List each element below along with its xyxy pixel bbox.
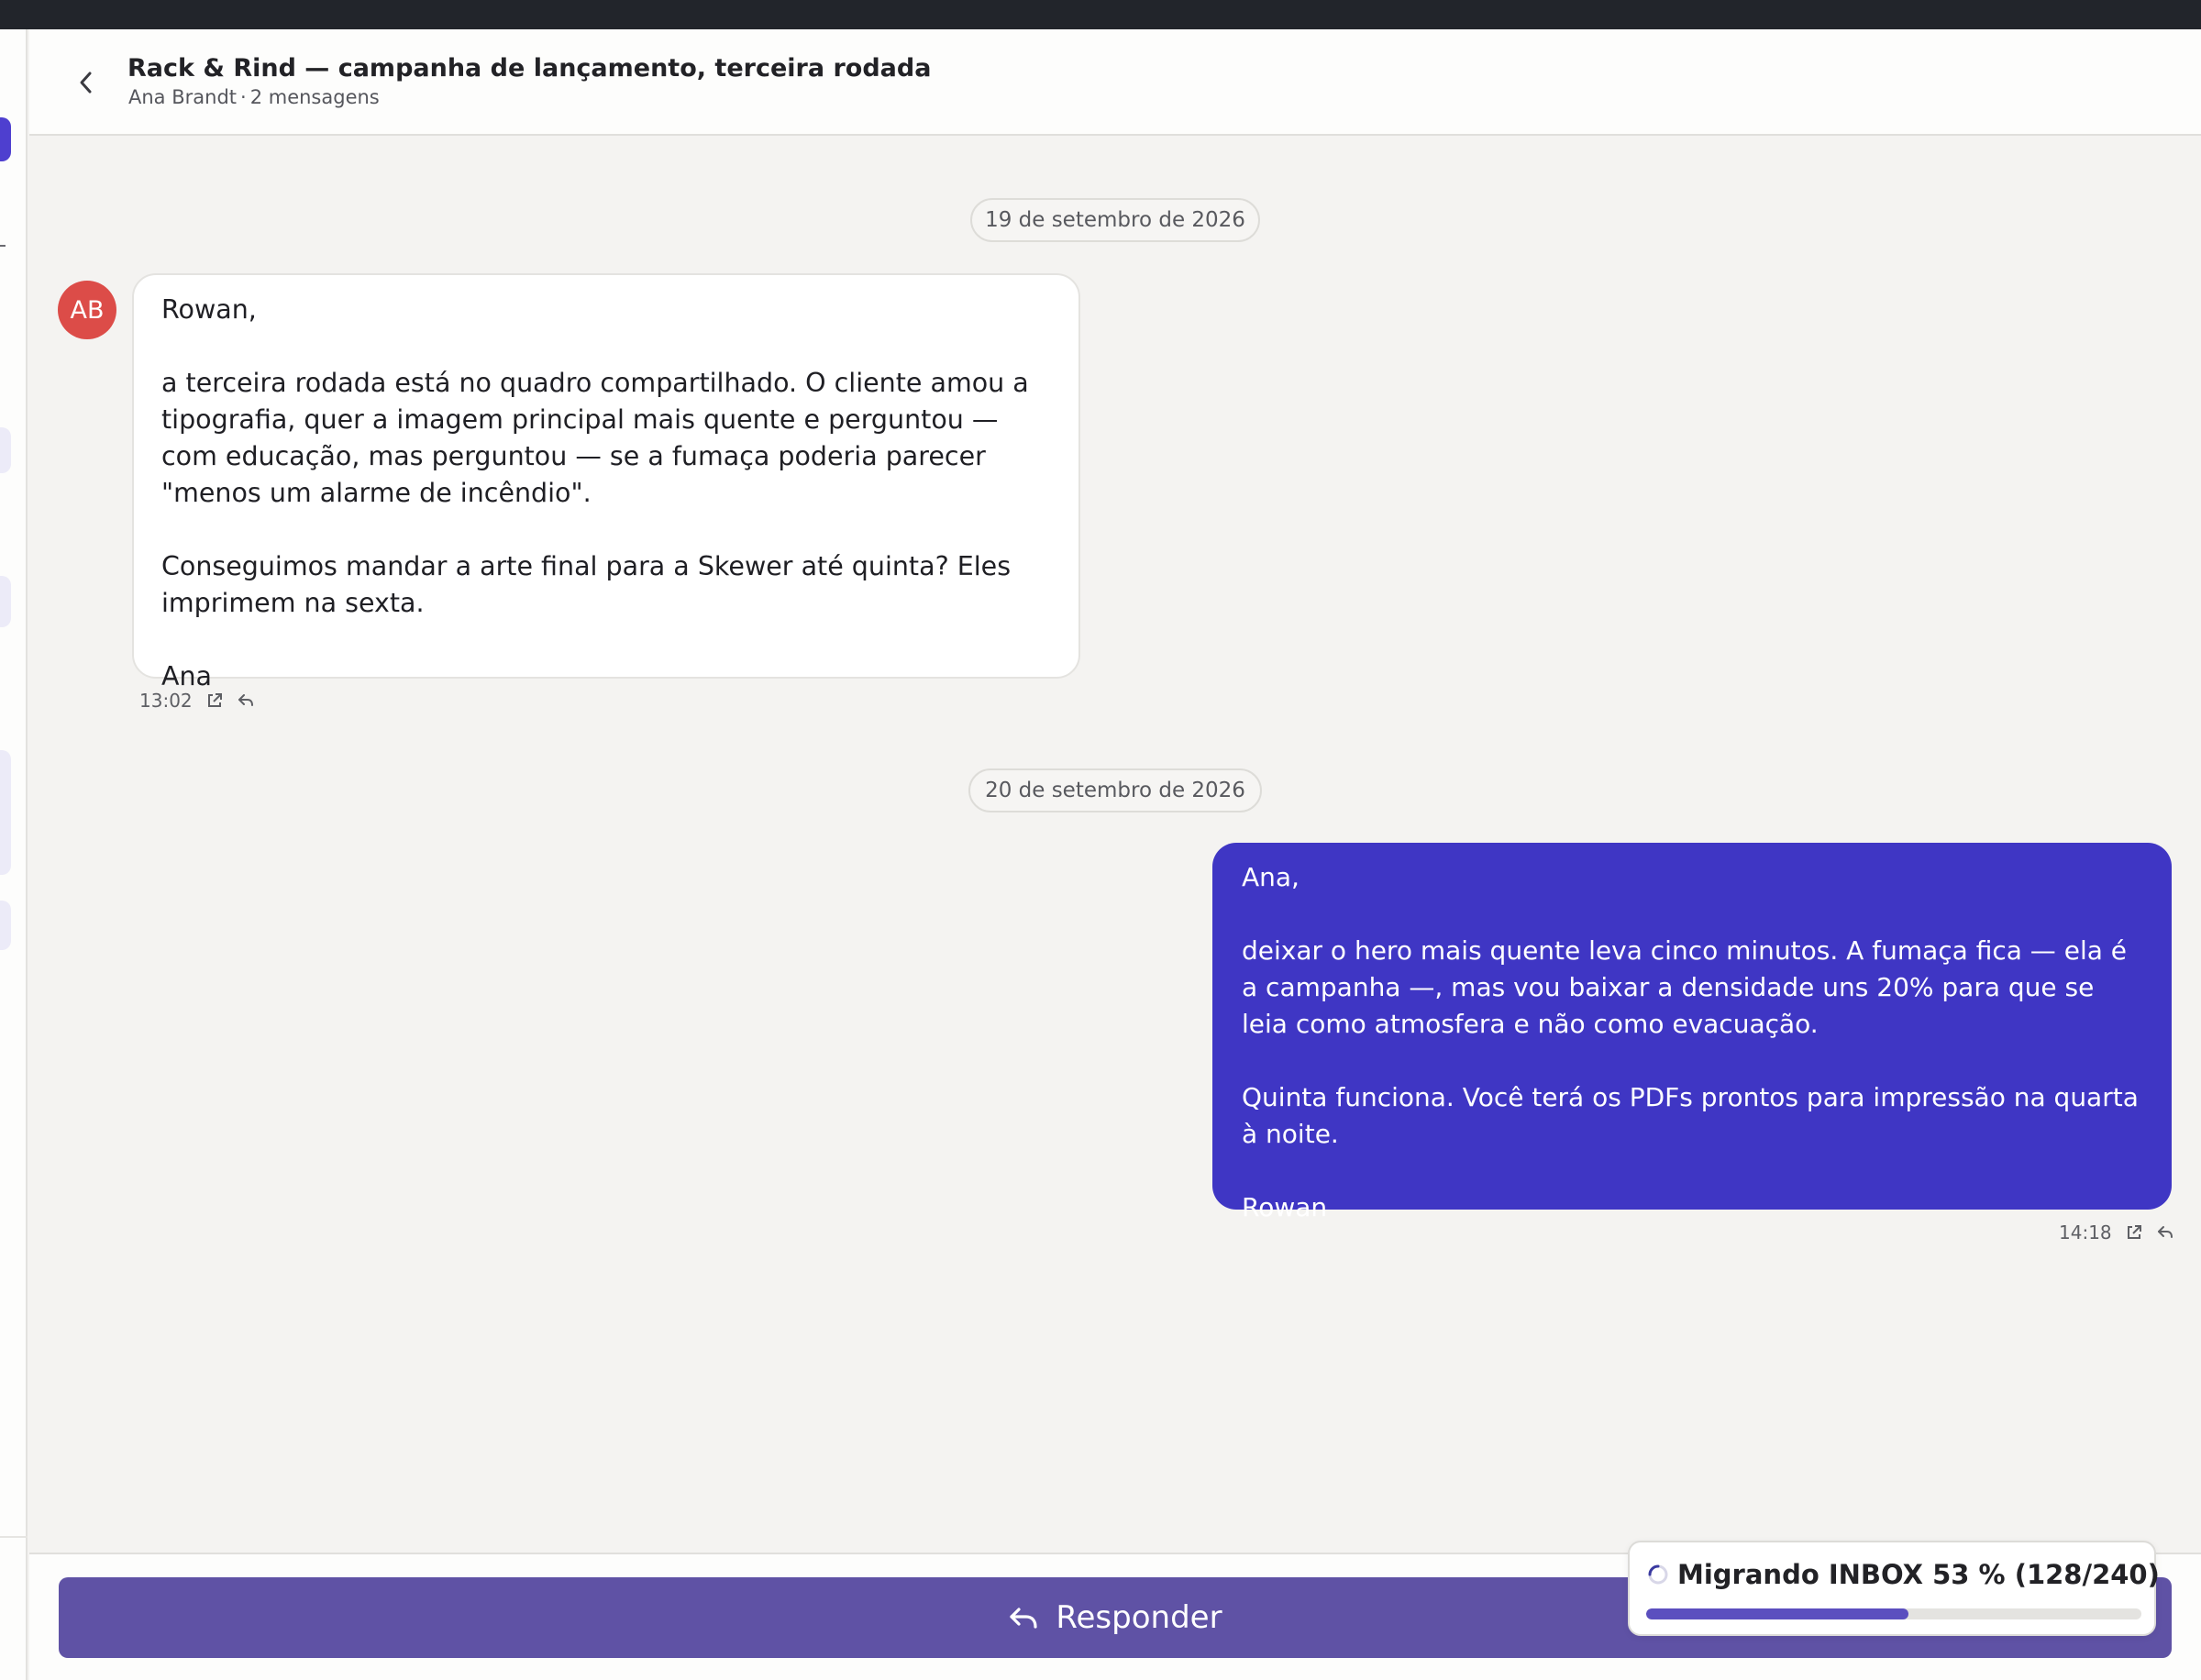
message-paragraph: Ana, xyxy=(1242,862,1300,892)
message-meta: 13:02 xyxy=(139,690,255,712)
incoming-message-bubble: Rowan, a terceira rodada está no quadro … xyxy=(132,273,1080,691)
reply-button-label: Responder xyxy=(1056,1599,1222,1636)
message-paragraph: a terceira rodada está no quadro compart… xyxy=(161,368,1029,508)
message-paragraph: Rowan xyxy=(1242,1192,1328,1222)
sidebar-item[interactable] xyxy=(0,576,11,627)
message-paragraph: Ana xyxy=(161,661,213,691)
message-paragraph: Rowan, xyxy=(161,294,257,325)
migration-progress-fill xyxy=(1646,1608,1909,1619)
external-link-icon xyxy=(207,693,222,707)
migration-status-card: Migrando INBOX 53 % (128/240) xyxy=(1628,1541,2160,1636)
sidebar-item[interactable] xyxy=(0,427,11,473)
left-sidebar xyxy=(0,29,28,1680)
migration-status-text: Migrando INBOX 53 % (128/240) xyxy=(1677,1559,2160,1590)
migration-progress-bar xyxy=(1646,1608,2141,1619)
spinner-icon xyxy=(1648,1564,1668,1585)
message-paragraph: Conseguimos mandar a arte final para a S… xyxy=(161,551,1012,618)
reply-to-message-button[interactable] xyxy=(237,691,255,710)
thread-subtitle: Ana Brandt · 2 mensagens xyxy=(128,86,380,108)
outgoing-message-bubble: Ana, deixar o hero mais quente leva cinc… xyxy=(1212,843,2172,1222)
chevron-left-icon xyxy=(80,72,92,94)
avatar: AB xyxy=(58,281,116,339)
message-meta: 14:18 xyxy=(2059,1221,2174,1243)
migration-status-row: Migrando INBOX 53 % (128/240) xyxy=(1646,1559,2160,1590)
message-paragraph: Quinta funciona. Você terá os PDFs pront… xyxy=(1242,1082,2139,1149)
open-external-button[interactable] xyxy=(205,691,224,710)
message-paragraph: deixar o hero mais quente leva cinco min… xyxy=(1242,935,2128,1039)
back-button[interactable] xyxy=(66,62,106,103)
reply-to-message-button[interactable] xyxy=(2156,1223,2174,1242)
message-time: 13:02 xyxy=(139,690,193,712)
window-top-bar xyxy=(0,0,2201,29)
thread-title: Rack & Rind — campanha de lançamento, te… xyxy=(127,54,932,83)
message-time: 14:18 xyxy=(2059,1221,2112,1243)
thread-header: Rack & Rind — campanha de lançamento, te… xyxy=(29,29,2201,136)
external-link-icon xyxy=(2127,1225,2141,1239)
open-external-button[interactable] xyxy=(2125,1223,2143,1242)
date-divider: 20 de setembro de 2026 xyxy=(968,768,1262,812)
sidebar-separator xyxy=(0,1536,28,1538)
date-divider: 19 de setembro de 2026 xyxy=(970,198,1260,242)
sender-name: Ana Brandt xyxy=(128,86,238,108)
message-count: 2 mensagens xyxy=(249,86,380,108)
reply-arrow-icon xyxy=(2157,1226,2173,1238)
sidebar-item[interactable] xyxy=(0,750,11,875)
reply-arrow-icon xyxy=(238,694,253,706)
sidebar-divider-mark xyxy=(0,245,6,247)
reply-arrow-icon xyxy=(1010,1608,1038,1629)
sidebar-item[interactable] xyxy=(0,901,11,950)
separator-dot: · xyxy=(240,86,247,108)
sidebar-item-active[interactable] xyxy=(0,117,11,161)
